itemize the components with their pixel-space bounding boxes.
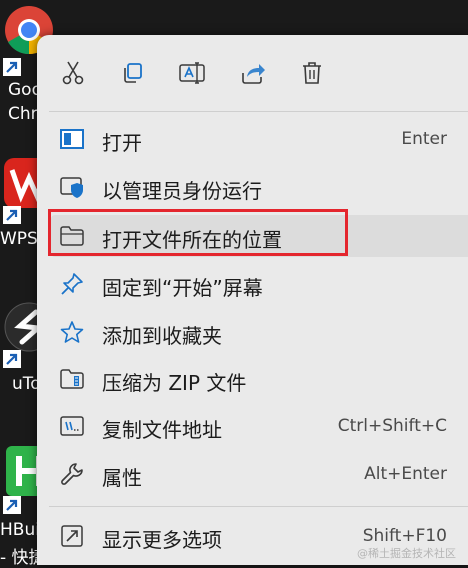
menu-item-shortcut: Ctrl+Shift+C: [337, 416, 447, 436]
rename-button[interactable]: [176, 57, 208, 89]
menu-item-label: 固定到“开始”屏幕: [102, 276, 263, 300]
divider: [49, 506, 468, 507]
shortcut-arrow-icon: [3, 206, 21, 224]
menu-item-properties[interactable]: 属性 Alt+Enter: [51, 453, 468, 495]
menu-item-label: 打开: [102, 131, 142, 155]
menu-item-label: 添加到收藏夹: [102, 324, 222, 348]
menu-item-add-to-favorites[interactable]: 添加到收藏夹: [51, 311, 468, 353]
rename-icon: [179, 62, 205, 84]
desktop-icon-label: WPS: [0, 229, 38, 249]
shortcut-arrow-icon: [3, 350, 21, 368]
menu-item-label: 以管理员身份运行: [102, 179, 262, 203]
scissors-icon: [62, 61, 84, 85]
menu-item-shortcut: Shift+F10: [362, 526, 447, 546]
context-menu-toolbar: [37, 35, 468, 111]
delete-button[interactable]: [296, 57, 328, 89]
menu-item-compress-zip[interactable]: 压缩为 ZIP 文件: [51, 358, 468, 400]
watermark: @稀土掘金技术社区: [357, 547, 456, 560]
menu-item-label: 属性: [102, 466, 142, 490]
menu-item-run-as-admin[interactable]: 以管理员身份运行: [51, 166, 468, 208]
menu-item-label: 显示更多选项: [102, 528, 222, 552]
shield-icon: [59, 175, 85, 199]
wrench-icon: [59, 462, 85, 486]
pin-icon: [59, 272, 85, 296]
cut-button[interactable]: [57, 57, 89, 89]
menu-item-shortcut: Alt+Enter: [364, 464, 447, 484]
more-options-icon: [59, 524, 85, 548]
copy-button[interactable]: [116, 57, 148, 89]
share-icon: [242, 64, 265, 84]
menu-item-label: 压缩为 ZIP 文件: [102, 371, 247, 395]
copy-icon: [124, 63, 142, 83]
menu-item-open[interactable]: 打开 Enter: [51, 118, 468, 160]
menu-item-shortcut: Enter: [401, 129, 447, 149]
menu-item-copy-path[interactable]: 复制文件地址 Ctrl+Shift+C: [51, 405, 468, 447]
highlight-annotation-box: [48, 209, 348, 256]
shortcut-arrow-icon: [3, 496, 21, 514]
context-menu: 打开 Enter 以管理员身份运行 打开文件所在的位置 固定到“开始”屏幕 添加…: [37, 35, 468, 565]
menu-item-pin-to-start[interactable]: 固定到“开始”屏幕: [51, 263, 468, 305]
zip-folder-icon: [59, 367, 85, 391]
share-button[interactable]: [237, 57, 269, 89]
divider: [49, 111, 468, 112]
menu-item-label: 复制文件地址: [102, 418, 222, 442]
shortcut-arrow-icon: [3, 58, 21, 76]
trash-icon: [303, 62, 321, 84]
copy-path-icon: [59, 414, 85, 438]
app-window-icon: [59, 127, 85, 151]
star-icon: [59, 320, 85, 344]
